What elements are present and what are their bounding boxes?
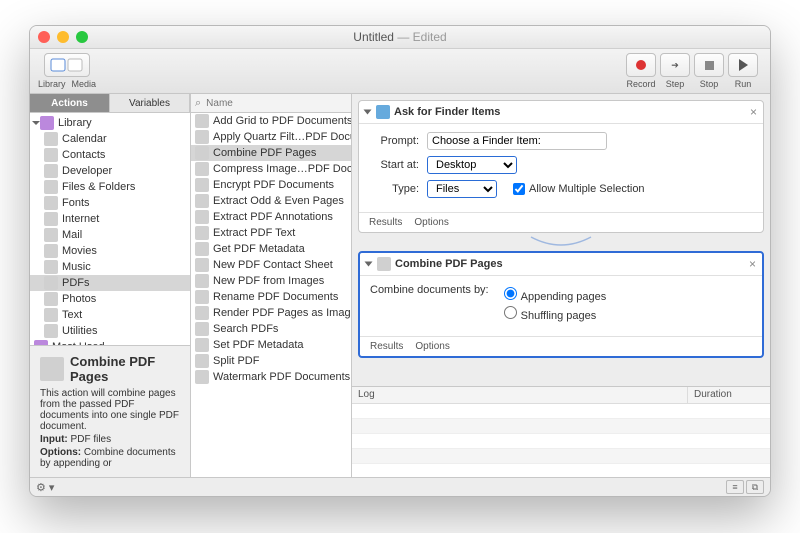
tab-variables[interactable]: Variables: [110, 94, 190, 112]
library-media-toggle[interactable]: LibraryMedia: [38, 53, 96, 89]
run-button[interactable]: Run: [728, 53, 758, 89]
allow-multiple-checkbox[interactable]: [513, 183, 525, 195]
action-item[interactable]: Split PDF: [191, 353, 351, 369]
action-item[interactable]: New PDF from Images: [191, 273, 351, 289]
view-toggle[interactable]: ≡ ⧉: [726, 480, 764, 494]
titlebar[interactable]: Untitled — Edited: [30, 26, 770, 49]
bottom-bar: ⚙︎ ▾ ≡ ⧉: [30, 477, 770, 496]
step-title: Ask for Finder Items: [394, 106, 500, 118]
search-icon: ⌕: [195, 97, 201, 110]
close-step-button[interactable]: ×: [749, 257, 756, 271]
view-flow-icon[interactable]: ⧉: [746, 480, 764, 494]
library-item[interactable]: Files & Folders: [30, 179, 190, 195]
combine-label: Combine documents by:: [370, 284, 489, 296]
record-icon: [636, 60, 646, 70]
action-item[interactable]: New PDF Contact Sheet: [191, 257, 351, 273]
library-list[interactable]: LibraryCalendarContactsDeveloperFiles & …: [30, 113, 190, 345]
action-item[interactable]: Compress Image…PDF Documents: [191, 161, 351, 177]
actions-column: ⌕ Add Grid to PDF DocumentsApply Quartz …: [191, 94, 352, 477]
prompt-label: Prompt:: [369, 135, 419, 147]
step-connector: [358, 237, 764, 247]
action-item[interactable]: Apply Quartz Filt…PDF Documents: [191, 129, 351, 145]
pdf-icon: [377, 257, 391, 271]
description-panel: Combine PDF Pages This action will combi…: [30, 345, 190, 477]
window-title: Untitled — Edited: [30, 30, 770, 44]
library-item[interactable]: Calendar: [30, 131, 190, 147]
results-link[interactable]: Results: [370, 341, 403, 352]
log-col-log[interactable]: Log: [352, 387, 688, 403]
stop-button[interactable]: Stop: [694, 53, 724, 89]
library-column: Actions Variables LibraryCalendarContact…: [30, 94, 191, 477]
step-title: Combine PDF Pages: [395, 258, 503, 270]
library-item[interactable]: Music: [30, 259, 190, 275]
action-item[interactable]: Extract PDF Annotations: [191, 209, 351, 225]
workflow-step-combine-pdf: Combine PDF Pages × Combine documents by…: [358, 251, 764, 358]
gear-icon: ⚙︎: [36, 482, 46, 494]
action-item[interactable]: Rename PDF Documents: [191, 289, 351, 305]
library-item[interactable]: Movies: [30, 243, 190, 259]
library-item[interactable]: Mail: [30, 227, 190, 243]
view-list-icon[interactable]: ≡: [726, 480, 744, 494]
finder-icon: [376, 105, 390, 119]
automator-window: Untitled — Edited LibraryMedia Record ➔ …: [29, 25, 771, 497]
start-label: Start at:: [369, 159, 419, 171]
record-button[interactable]: Record: [626, 53, 656, 89]
workflow-canvas[interactable]: Ask for Finder Items × Prompt: Start at:…: [352, 94, 770, 386]
stop-icon: [705, 61, 714, 70]
type-select[interactable]: Files: [427, 180, 497, 198]
action-item[interactable]: Extract Odd & Even Pages: [191, 193, 351, 209]
toolbar: LibraryMedia Record ➔ Step Stop Run: [30, 49, 770, 94]
library-tabs: Actions Variables: [30, 94, 190, 113]
action-item[interactable]: Combine PDF Pages: [191, 145, 351, 161]
action-item[interactable]: Encrypt PDF Documents: [191, 177, 351, 193]
results-link[interactable]: Results: [369, 217, 402, 228]
actions-list[interactable]: Add Grid to PDF DocumentsApply Quartz Fi…: [191, 113, 351, 477]
library-item[interactable]: Fonts: [30, 195, 190, 211]
log-area: Log Duration: [352, 386, 770, 477]
action-item[interactable]: Set PDF Metadata: [191, 337, 351, 353]
library-item[interactable]: Contacts: [30, 147, 190, 163]
allow-multiple-label: Allow Multiple Selection: [529, 183, 645, 195]
action-item[interactable]: Get PDF Metadata: [191, 241, 351, 257]
play-icon: [739, 59, 748, 71]
radio-shuffle-label: Shuffling pages: [521, 310, 597, 322]
workflow-step-ask-finder: Ask for Finder Items × Prompt: Start at:…: [358, 100, 764, 233]
step-icon: ➔: [671, 60, 679, 71]
search-input[interactable]: [204, 97, 347, 110]
tab-actions[interactable]: Actions: [30, 94, 110, 112]
library-item[interactable]: PDFs: [30, 275, 190, 291]
library-item[interactable]: Developer: [30, 163, 190, 179]
library-item[interactable]: Text: [30, 307, 190, 323]
action-item[interactable]: Render PDF Pages as Images: [191, 305, 351, 321]
log-rows: [352, 404, 770, 479]
disclosure-icon[interactable]: [364, 110, 372, 115]
library-item[interactable]: Photos: [30, 291, 190, 307]
library-item[interactable]: Utilities: [30, 323, 190, 339]
action-item[interactable]: Search PDFs: [191, 321, 351, 337]
workflow-column: Ask for Finder Items × Prompt: Start at:…: [352, 94, 770, 477]
pdf-action-icon: [40, 357, 64, 381]
action-item[interactable]: Add Grid to PDF Documents: [191, 113, 351, 129]
prompt-input[interactable]: [427, 132, 607, 150]
log-col-duration[interactable]: Duration: [688, 387, 770, 403]
disclosure-icon[interactable]: [365, 262, 373, 267]
library-item[interactable]: Library: [30, 115, 190, 131]
gear-menu[interactable]: ⚙︎ ▾: [36, 481, 54, 494]
type-label: Type:: [369, 183, 419, 195]
library-item[interactable]: Internet: [30, 211, 190, 227]
action-item[interactable]: Watermark PDF Documents: [191, 369, 351, 385]
action-item[interactable]: Extract PDF Text: [191, 225, 351, 241]
search-bar: ⌕: [191, 94, 351, 113]
close-step-button[interactable]: ×: [750, 105, 757, 119]
options-link[interactable]: Options: [414, 217, 448, 228]
radio-shuffle[interactable]: [504, 306, 517, 319]
options-link[interactable]: Options: [415, 341, 449, 352]
radio-append-label: Appending pages: [521, 291, 607, 303]
radio-append[interactable]: [504, 287, 517, 300]
start-select[interactable]: Desktop: [427, 156, 517, 174]
step-button[interactable]: ➔ Step: [660, 53, 690, 89]
